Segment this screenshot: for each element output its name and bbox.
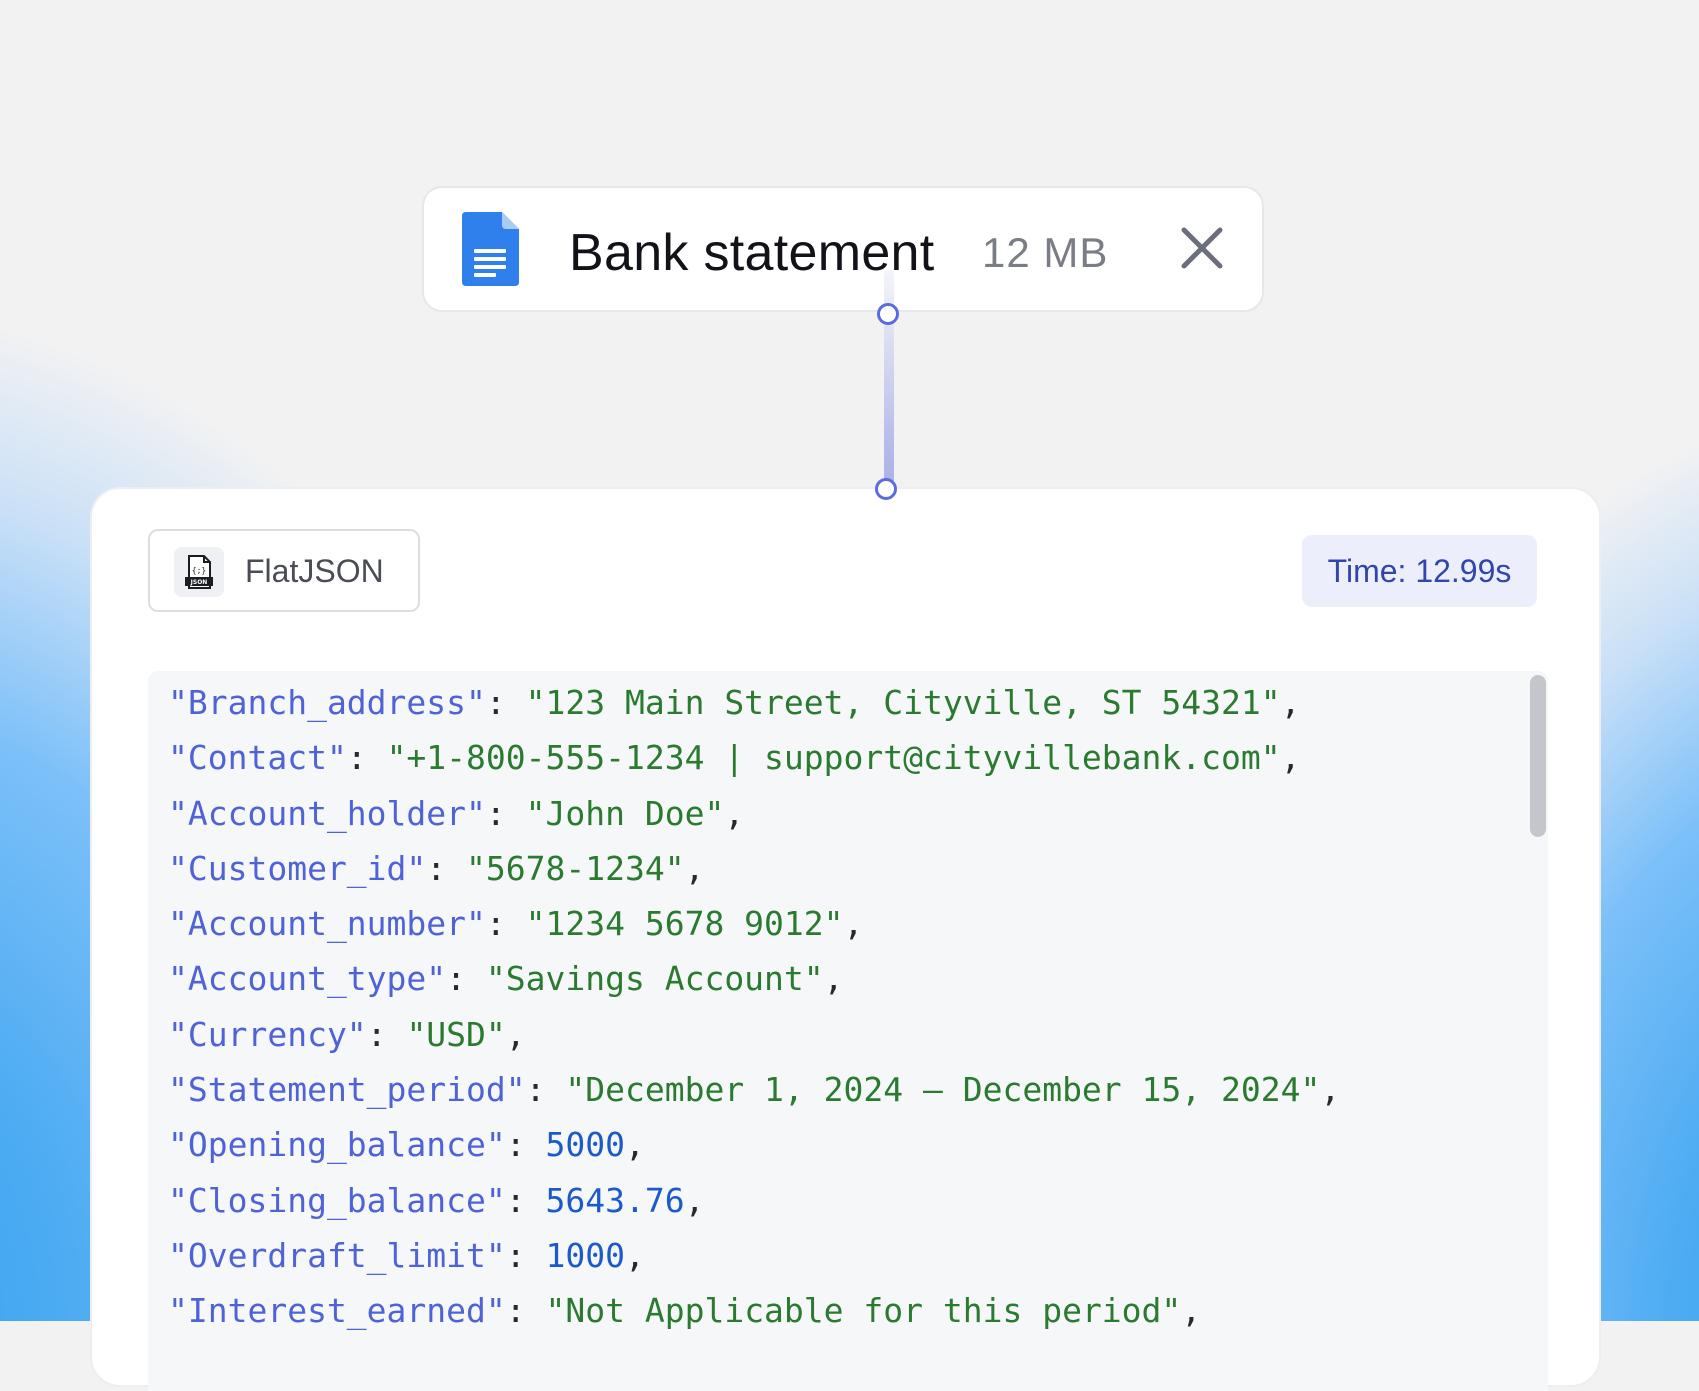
json-key: "Opening_balance" <box>168 1125 506 1165</box>
json-value: "John Doe" <box>525 793 725 833</box>
json-colon: : <box>446 959 486 999</box>
json-colon: : <box>505 1180 546 1220</box>
json-separator: , <box>1280 738 1301 778</box>
json-line: "Statement_period": "December 1, 2024 – … <box>168 1062 1340 1117</box>
json-key: "Statement_period" <box>168 1070 526 1110</box>
json-separator: , <box>625 1125 645 1165</box>
json-line: "Opening_balance": 5000, <box>168 1117 1340 1172</box>
json-line: "Interest_earned": "Not Applicable for t… <box>168 1283 1340 1338</box>
json-key: "Interest_earned" <box>168 1291 506 1331</box>
processing-time-badge: Time: 12.99s <box>1302 535 1537 607</box>
connector-dot-bottom <box>875 478 897 500</box>
json-line: "Closing_balance": 5643.76, <box>168 1173 1340 1228</box>
json-output-panel: "Branch_address": "123 Main Street, City… <box>148 671 1548 1391</box>
close-icon <box>1181 227 1223 269</box>
json-separator: , <box>823 959 844 999</box>
json-separator: , <box>684 1180 705 1220</box>
json-colon: : <box>525 1070 566 1110</box>
file-name: Bank statement <box>569 224 935 282</box>
format-selector[interactable]: {;} JSON FlatJSON <box>148 529 420 612</box>
json-separator: , <box>625 1235 645 1275</box>
json-colon: : <box>505 1125 546 1165</box>
json-value: 5000 <box>545 1125 625 1165</box>
json-colon: : <box>366 1014 407 1054</box>
json-key: "Branch_address" <box>168 683 486 722</box>
json-line: "Account_holder": "John Doe", <box>168 786 1340 841</box>
json-line: "Account_type": "Savings Account", <box>168 951 1340 1006</box>
json-value: "Not Applicable for this period" <box>545 1291 1182 1331</box>
json-value: "1234 5678 9012" <box>525 904 844 944</box>
json-value: "Savings Account" <box>485 959 824 999</box>
json-key: "Contact" <box>168 738 347 778</box>
json-key: "Currency" <box>168 1014 367 1054</box>
json-line: "Account_number": "1234 5678 9012", <box>168 896 1340 951</box>
svg-text:JSON: JSON <box>190 579 208 586</box>
json-key: "Account_holder" <box>168 793 486 833</box>
svg-text:{;}: {;} <box>192 566 206 575</box>
json-separator: , <box>724 793 745 833</box>
json-colon: : <box>346 738 387 778</box>
json-value: "December 1, 2024 – December 15, 2024" <box>565 1070 1321 1110</box>
scrollbar[interactable] <box>1528 671 1548 1391</box>
json-key: "Account_type" <box>168 959 447 999</box>
json-separator: , <box>1320 1070 1341 1110</box>
json-line: "Contact": "+1-800-555-1234 | support@ci… <box>168 730 1340 785</box>
json-colon: : <box>426 848 467 888</box>
connector-dot-top <box>877 303 899 325</box>
json-value: "123 Main Street, Cityville, ST 54321" <box>525 683 1281 722</box>
json-value: 1000 <box>545 1235 625 1275</box>
json-line: "Currency": "USD", <box>168 1007 1340 1062</box>
file-chip: Bank statement 12 MB <box>422 186 1264 312</box>
json-value: "+1-800-555-1234 | support@cityvillebank… <box>386 738 1281 778</box>
json-value: 5643.76 <box>545 1180 685 1220</box>
json-separator: , <box>505 1014 526 1054</box>
json-separator: , <box>1181 1291 1202 1331</box>
json-value: "5678-1234" <box>466 848 685 888</box>
result-card: {;} JSON FlatJSON Time: 12.99s "Branch_a… <box>90 487 1601 1391</box>
json-colon: : <box>505 1235 546 1275</box>
json-line: "Overdraft_limit": 1000, <box>168 1228 1340 1283</box>
json-value: "USD" <box>406 1014 506 1054</box>
json-separator: , <box>1280 683 1301 722</box>
json-key: "Closing_balance" <box>168 1180 506 1220</box>
remove-file-button[interactable] <box>1178 224 1226 272</box>
json-colon: : <box>485 793 526 833</box>
json-separator: , <box>843 904 864 944</box>
json-colon: : <box>485 904 526 944</box>
json-key: "Account_number" <box>168 904 486 944</box>
json-separator: , <box>684 848 705 888</box>
scrollbar-thumb[interactable] <box>1530 675 1546 837</box>
format-label: FlatJSON <box>245 553 384 589</box>
json-colon: : <box>505 1291 546 1331</box>
json-key: "Overdraft_limit" <box>168 1235 506 1275</box>
json-line: "Branch_address": "123 Main Street, City… <box>168 675 1340 730</box>
json-colon: : <box>485 683 526 722</box>
json-line: "Customer_id": "5678-1234", <box>168 841 1340 896</box>
json-file-icon: {;} JSON <box>174 547 224 597</box>
document-icon <box>462 212 519 286</box>
json-output-lines: "Branch_address": "123 Main Street, City… <box>168 675 1340 1339</box>
file-size: 12 MB <box>982 229 1109 276</box>
json-key: "Customer_id" <box>168 848 427 888</box>
